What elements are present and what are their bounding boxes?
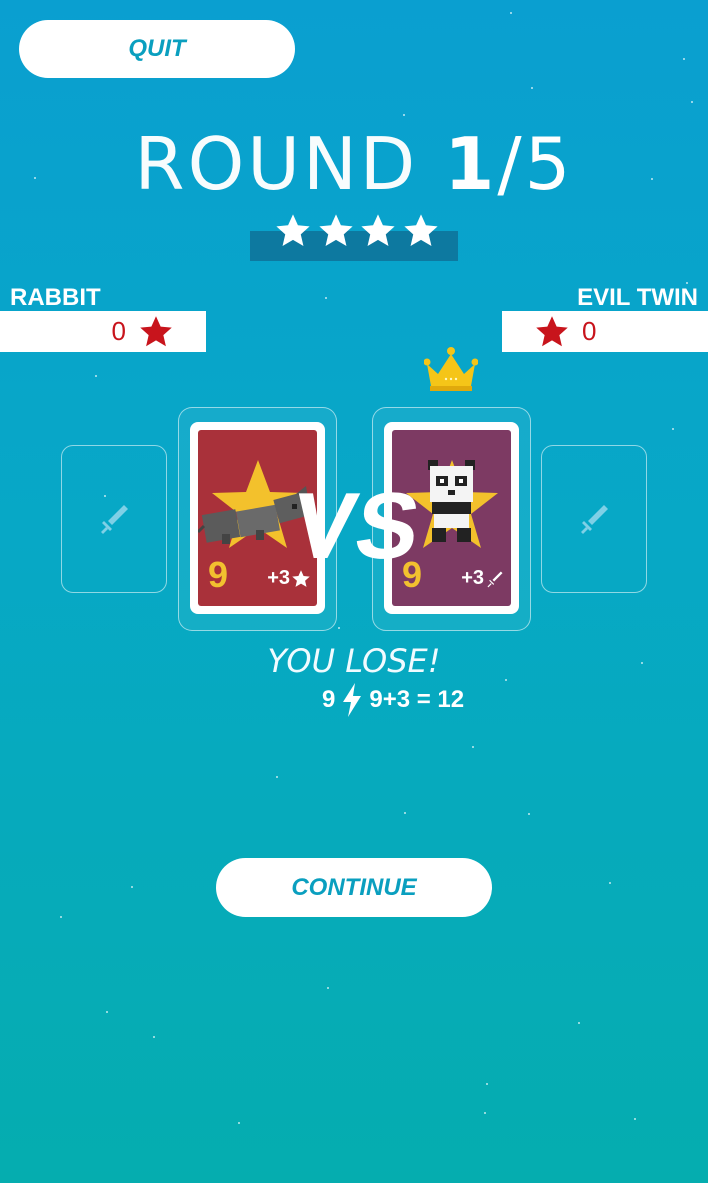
- result-right-value: 9+3 = 12: [369, 686, 465, 713]
- round-current: 1: [444, 122, 498, 206]
- vs-text: VS: [298, 478, 416, 564]
- sword-icon: [487, 571, 503, 587]
- bg-star: [276, 776, 278, 778]
- vs-label: VS: [298, 478, 416, 564]
- bg-star: [106, 1011, 108, 1013]
- round-label: ROUND: [134, 122, 419, 206]
- score-left: 0: [111, 316, 126, 346]
- player-name-right: EVIL TWIN: [577, 284, 698, 311]
- bg-star: [327, 987, 329, 989]
- player-name-left: RABBIT: [10, 284, 101, 311]
- bg-star: [683, 58, 685, 60]
- bg-star: [338, 627, 340, 629]
- star-icon: [276, 214, 310, 247]
- bg-star: [672, 428, 674, 430]
- score-box-right: 0: [502, 311, 708, 352]
- bg-star: [609, 882, 611, 884]
- card-bonus-left: +3: [267, 567, 311, 590]
- empty-card-slot-left: [61, 445, 167, 593]
- card-bonus-right: +3: [461, 567, 505, 590]
- card-bonus-value-left: +3: [267, 567, 290, 589]
- round-stars: [274, 212, 440, 256]
- star-icon: [404, 214, 438, 247]
- star-icon: [319, 214, 353, 247]
- bg-star: [486, 1083, 488, 1085]
- bg-star: [131, 886, 133, 888]
- bg-star: [472, 746, 474, 748]
- bg-star: [578, 1022, 580, 1024]
- sword-icon: [581, 505, 608, 534]
- bg-star: [691, 101, 693, 103]
- crown-icon: [424, 347, 478, 391]
- star-icon: [292, 569, 310, 587]
- round-total: 5: [524, 122, 574, 206]
- bg-star: [510, 12, 512, 14]
- bg-star: [404, 812, 406, 814]
- quit-button[interactable]: QUIT: [19, 20, 295, 78]
- lightning-icon: [343, 683, 362, 717]
- card-bonus-value-right: +3: [461, 567, 484, 589]
- bg-star: [528, 813, 530, 815]
- star-icon: [536, 315, 568, 346]
- result-left-value: 9: [322, 686, 336, 713]
- continue-button[interactable]: CONTINUE: [216, 858, 492, 917]
- empty-card-slot-right: [541, 445, 647, 593]
- result-text: YOU LOSE!: [267, 642, 441, 680]
- star-icon: [140, 315, 172, 346]
- bg-star: [238, 1122, 240, 1124]
- sword-icon: [101, 505, 128, 534]
- bg-star: [531, 87, 533, 89]
- result-calculation: 9 9+3 = 12: [322, 683, 464, 717]
- card-power-left: 9: [208, 554, 229, 595]
- round-title: ROUND 1/5: [0, 128, 708, 200]
- bg-star: [403, 114, 405, 116]
- score-right: 0: [582, 316, 597, 346]
- score-box-left: 0: [0, 311, 206, 352]
- bg-star: [95, 375, 97, 377]
- bg-star: [153, 1036, 155, 1038]
- round-separator: /: [497, 122, 525, 206]
- star-icon: [361, 214, 395, 247]
- bg-star: [634, 1118, 636, 1120]
- bg-star: [325, 297, 327, 299]
- bg-star: [484, 1112, 486, 1114]
- bg-star: [60, 916, 62, 918]
